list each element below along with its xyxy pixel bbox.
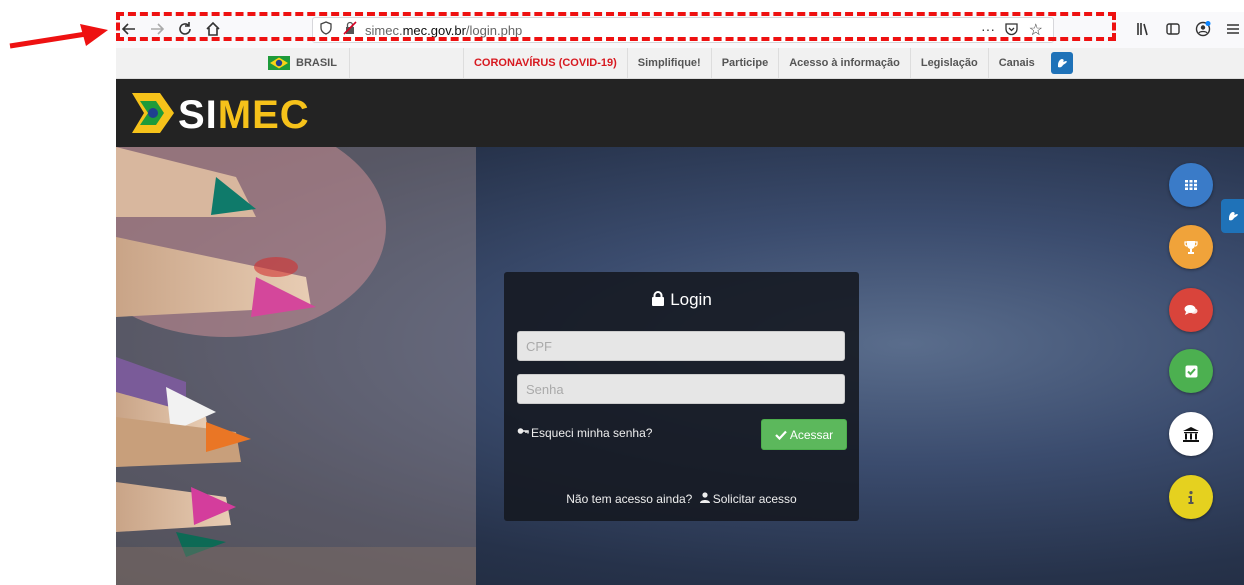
- request-access-row: Não tem acesso ainda? Solicitar acesso: [504, 492, 859, 506]
- login-heading: Login: [504, 290, 859, 310]
- gov-link-covid[interactable]: CORONAVÍRUS (COVID-19): [462, 48, 627, 78]
- apps-button[interactable]: [1169, 163, 1213, 207]
- star-icon[interactable]: ☆: [1029, 20, 1043, 40]
- trophy-button[interactable]: [1169, 225, 1213, 269]
- chat-icon: [1184, 305, 1198, 315]
- chat-button[interactable]: [1169, 288, 1213, 332]
- browser-toolbar: simec.mec.gov.br/login.php ··· ☆: [116, 12, 1244, 49]
- colored-pencils-image: [116, 147, 476, 585]
- forgot-password-text: Esqueci minha senha?: [531, 426, 653, 440]
- brasil-link[interactable]: BRASIL: [256, 48, 349, 78]
- brazil-flag-icon: [268, 56, 290, 70]
- senha-input[interactable]: [517, 374, 845, 404]
- forward-arrow-icon[interactable]: [146, 18, 168, 40]
- accessibility-hand-icon[interactable]: [1050, 52, 1073, 74]
- checkmark-icon: [775, 430, 787, 440]
- institution-button[interactable]: [1169, 412, 1213, 456]
- reload-icon[interactable]: [174, 18, 196, 40]
- trophy-icon: [1184, 241, 1198, 254]
- request-access-link[interactable]: Solicitar acesso: [699, 492, 797, 506]
- checkbox-icon: [1185, 365, 1197, 377]
- account-icon[interactable]: [1192, 18, 1214, 40]
- checklist-button[interactable]: [1169, 349, 1213, 393]
- red-pointer-arrow: [9, 24, 108, 49]
- key-icon: [517, 428, 529, 434]
- more-icon[interactable]: ···: [981, 21, 995, 37]
- login-title-text: Login: [670, 290, 712, 309]
- lock-icon: [652, 291, 665, 306]
- gov-link-legislacao[interactable]: Legislação: [909, 48, 988, 78]
- simec-logo-icon: [132, 93, 174, 133]
- sidebar-icon[interactable]: [1162, 18, 1184, 40]
- accessibility-side-tab[interactable]: [1221, 199, 1244, 233]
- grid-icon: [1185, 180, 1197, 190]
- library-icon[interactable]: [1132, 18, 1154, 40]
- site-header: SIMEC: [116, 79, 1244, 147]
- url-text[interactable]: simec.mec.gov.br/login.php: [365, 23, 522, 38]
- gov-barra: BRASIL CORONAVÍRUS (COVID-19) Simplifiqu…: [116, 48, 1244, 79]
- no-access-text: Não tem acesso ainda?: [566, 492, 693, 506]
- forgot-password-link[interactable]: Esqueci minha senha?: [517, 426, 652, 440]
- hamburger-menu-icon[interactable]: [1222, 18, 1244, 40]
- bank-icon: [1183, 426, 1199, 442]
- gov-link-participe[interactable]: Participe: [710, 48, 778, 78]
- user-icon: [699, 492, 710, 503]
- request-access-text: Solicitar acesso: [712, 492, 797, 506]
- hand-sign-icon: [1228, 212, 1238, 221]
- gov-link-simplifique[interactable]: Simplifique!: [626, 48, 711, 78]
- home-icon[interactable]: [202, 18, 224, 40]
- pocket-icon[interactable]: [1004, 22, 1019, 42]
- acessar-label: Acessar: [789, 427, 834, 442]
- info-button[interactable]: [1169, 475, 1213, 519]
- acessar-button[interactable]: Acessar: [761, 419, 847, 450]
- shield-icon[interactable]: [319, 20, 333, 40]
- back-arrow-icon[interactable]: [118, 18, 140, 40]
- gov-link-acesso-informacao[interactable]: Acesso à informação: [778, 48, 910, 78]
- simec-logo-text[interactable]: SIMEC: [178, 93, 310, 138]
- brasil-label: BRASIL: [296, 57, 337, 69]
- info-icon: [1188, 490, 1194, 504]
- insecure-lock-icon[interactable]: [343, 20, 357, 40]
- url-bar[interactable]: simec.mec.gov.br/login.php ··· ☆: [312, 17, 1054, 43]
- cpf-input[interactable]: [517, 331, 845, 361]
- login-panel: Login Esqueci minha senha? Acessar Não t…: [504, 272, 859, 521]
- gov-link-canais[interactable]: Canais: [987, 48, 1045, 78]
